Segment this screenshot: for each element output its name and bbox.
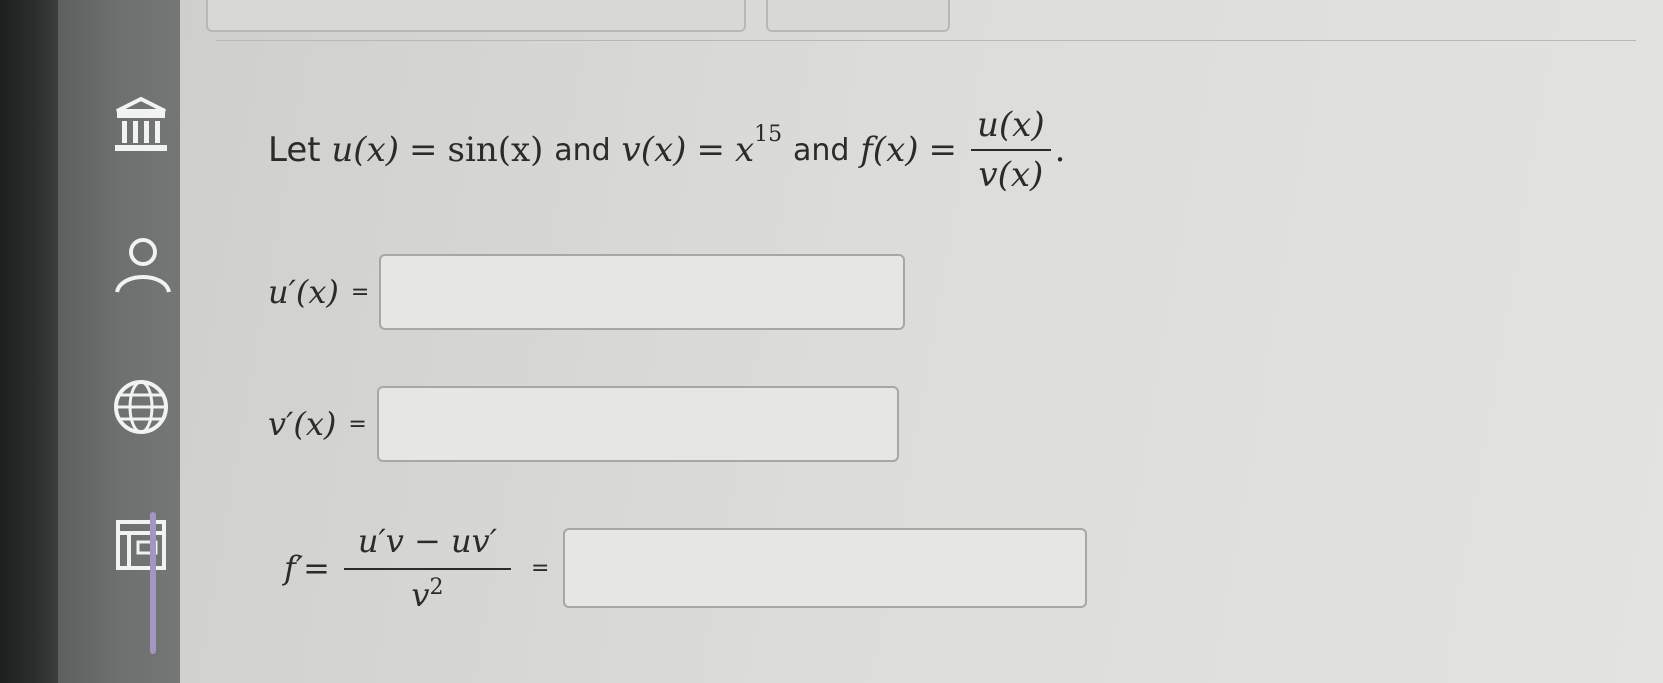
globe-icon[interactable] [108,374,174,440]
f-prime-equals: = [530,555,550,581]
let-text: Let [268,130,321,170]
header-divider [216,40,1636,41]
u-prime-equals: = [350,279,370,305]
u-prime-input[interactable] [379,254,906,330]
active-indicator [150,512,156,654]
and-text: and [554,132,611,168]
f-definition-lhs: f(x) [860,130,919,170]
equals-sign: = [696,130,725,170]
problem-statement: Let u(x) = sin(x) and v(x) = x 15 and f(x… [268,95,1065,205]
quotient-rule-fraction: u′v − uv′ v2 [343,522,511,614]
screen-bezel [0,0,58,683]
quotient-rule-numerator: u′v − uv′ [343,522,511,570]
u-definition-lhs: u(x) [331,130,400,170]
equals-sign: = [409,130,438,170]
v-prime-equals: = [348,411,367,437]
f-definition-fraction: u(x) v(x) [971,105,1051,195]
u-prime-label: u′(x) [268,273,339,311]
fraction-numerator: u(x) [971,105,1051,151]
u-definition-rhs: sin(x) [447,130,544,170]
f-prime-label: f′= [284,549,330,587]
sidebar [58,0,180,683]
denominator-exponent: 2 [429,575,444,600]
v-prime-row: v′(x) = [268,386,899,462]
v-prime-label: v′(x) [268,405,337,443]
fraction-denominator: v(x) [978,155,1044,195]
v-definition-lhs: v(x) [621,130,687,170]
equals-sign: = [928,130,958,170]
period: . [1054,130,1066,170]
header-button-card[interactable] [766,0,950,32]
denominator-base: v [411,576,430,614]
calculator-icon[interactable] [108,512,174,578]
user-icon[interactable] [108,232,174,298]
v-prime-input[interactable] [376,386,899,462]
v-definition-base: x [734,130,755,170]
institution-icon[interactable] [108,92,174,158]
f-prime-input[interactable] [563,528,1088,608]
f-prime-row: f′= u′v − uv′ v2 = [284,522,1088,614]
question-header-card [206,0,746,32]
quotient-rule-denominator: v2 [405,570,449,614]
question-panel: Let u(x) = sin(x) and v(x) = x 15 and f(x… [180,0,1663,683]
v-definition-exponent: 15 [754,121,783,147]
u-prime-row: u′(x) = [268,254,906,330]
and-text: and [792,132,850,168]
